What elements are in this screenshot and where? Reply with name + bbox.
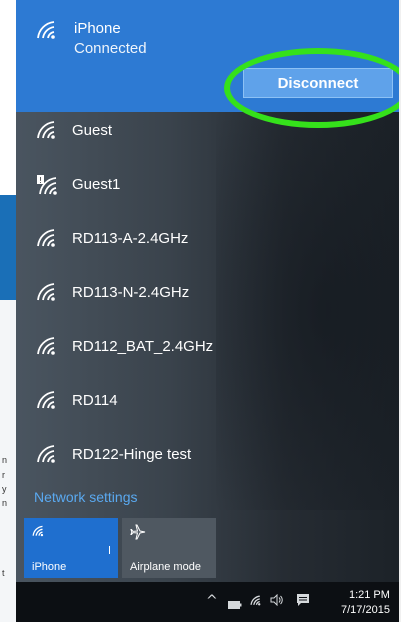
wifi-unsecured-icon: ! bbox=[36, 174, 62, 201]
wifi-icon bbox=[36, 282, 60, 307]
connected-network-name: iPhone bbox=[74, 20, 121, 37]
wifi-quick-action-tile[interactable]: iPhone bbox=[24, 518, 118, 578]
chevron-up-icon[interactable]: ^ bbox=[206, 593, 218, 609]
desktop-text-fragment: y bbox=[2, 484, 7, 494]
network-name: Guest bbox=[72, 122, 113, 139]
network-flyout: iPhone Connected Disconnect Guest ! Gues… bbox=[16, 0, 399, 582]
battery-icon[interactable] bbox=[228, 598, 242, 612]
network-item-rd122[interactable]: RD122-Hinge test bbox=[16, 432, 226, 478]
wifi-tile-label: iPhone bbox=[32, 561, 67, 573]
action-center-icon[interactable] bbox=[296, 593, 310, 610]
wifi-icon bbox=[36, 20, 60, 45]
network-item-rd114[interactable]: RD114 bbox=[16, 378, 226, 424]
network-item-rd113-a[interactable]: RD113-A-2.4GHz bbox=[16, 216, 226, 262]
network-item-guest[interactable]: Guest bbox=[16, 108, 226, 154]
desktop-background-left: n r y n t bbox=[0, 0, 16, 622]
connected-network-item[interactable]: iPhone Connected Disconnect bbox=[16, 0, 399, 112]
airplane-icon bbox=[130, 524, 146, 545]
desktop-text-fragment: n bbox=[2, 455, 8, 465]
desktop-text-fragment: n bbox=[2, 498, 8, 508]
disconnect-button[interactable]: Disconnect bbox=[243, 68, 393, 98]
network-item-guest1[interactable]: ! Guest1 bbox=[16, 162, 226, 208]
network-item-rd113-n[interactable]: RD113-N-2.4GHz bbox=[16, 270, 226, 316]
connected-network-status: Connected bbox=[74, 40, 147, 57]
wifi-icon bbox=[36, 120, 60, 145]
network-name: RD113-A-2.4GHz bbox=[72, 230, 189, 247]
network-name: RD122-Hinge test bbox=[72, 446, 192, 463]
clock-time: 1:21 PM bbox=[348, 589, 390, 601]
network-name: RD113-N-2.4GHz bbox=[72, 284, 190, 301]
flyout-shadow bbox=[216, 110, 399, 510]
wifi-icon[interactable] bbox=[250, 595, 263, 609]
network-settings-link[interactable]: Network settings bbox=[34, 489, 137, 505]
airplane-tile-label: Airplane mode bbox=[130, 561, 201, 573]
svg-text:!: ! bbox=[39, 176, 42, 185]
network-name: Guest1 bbox=[72, 176, 121, 193]
wifi-icon bbox=[36, 336, 60, 361]
network-item-rd112-bat[interactable]: RD112_BAT_2.4GHz bbox=[16, 324, 226, 370]
taskbar-clock[interactable]: 1:21 PM 7/17/2015 bbox=[341, 588, 390, 618]
wifi-icon bbox=[36, 228, 60, 253]
network-name: RD114 bbox=[72, 392, 118, 409]
speaker-icon[interactable] bbox=[270, 593, 284, 609]
airplane-mode-tile[interactable]: Airplane mode bbox=[122, 518, 216, 578]
wifi-icon bbox=[36, 444, 60, 469]
wifi-icon bbox=[36, 390, 60, 415]
taskbar: ^ 1:21 PM 7/17/2015 bbox=[16, 582, 399, 622]
desktop-text-fragment: t bbox=[2, 568, 5, 578]
wifi-icon bbox=[32, 524, 46, 542]
desktop-text-fragment: r bbox=[2, 470, 5, 480]
network-name: RD112_BAT_2.4GHz bbox=[72, 338, 214, 355]
clock-date: 7/17/2015 bbox=[341, 604, 390, 616]
tile-indicator bbox=[109, 546, 110, 554]
